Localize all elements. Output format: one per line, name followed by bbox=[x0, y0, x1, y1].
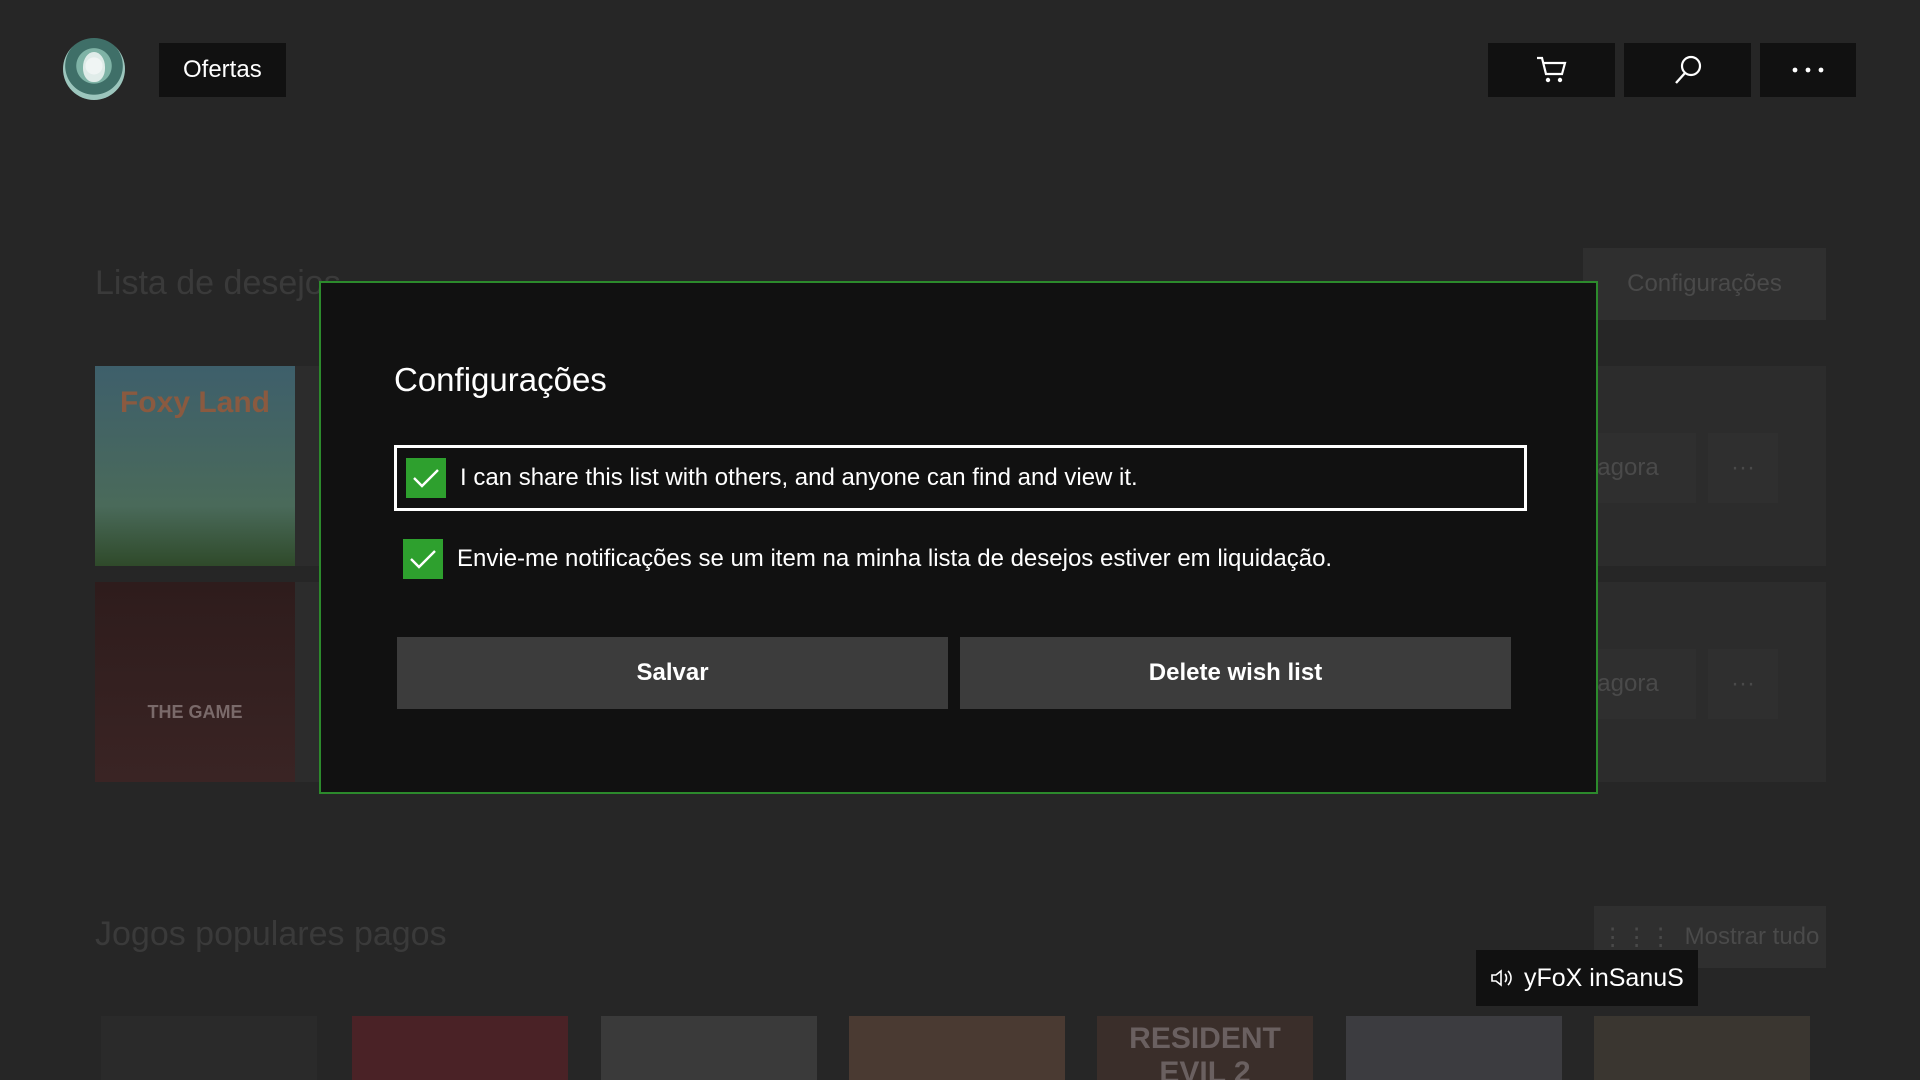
item-more-button[interactable]: ··· bbox=[1708, 433, 1778, 503]
notify-sale-label: Envie-me notificações se um item na minh… bbox=[457, 545, 1333, 572]
wishlist-settings-button[interactable]: Configurações bbox=[1583, 248, 1826, 320]
wishlist-title: Lista de desejos bbox=[95, 264, 341, 302]
wishlist-settings-label: Configurações bbox=[1627, 270, 1782, 297]
delete-wish-list-label: Delete wish list bbox=[1148, 659, 1323, 686]
checkmark-icon bbox=[413, 469, 439, 488]
search-icon bbox=[1674, 55, 1701, 84]
show-all-label: Mostrar tudo bbox=[1684, 923, 1820, 950]
cart-button[interactable] bbox=[1488, 43, 1615, 97]
thumbnail-text: Foxy Land bbox=[119, 386, 270, 419]
search-button[interactable] bbox=[1624, 43, 1751, 97]
share-list-option[interactable]: I can share this list with others, and a… bbox=[394, 445, 1527, 511]
delete-wish-list-button[interactable]: Delete wish list bbox=[960, 637, 1511, 709]
item-more-button[interactable]: ··· bbox=[1708, 649, 1778, 719]
wishlist-item-thumbnail: THE GAME bbox=[95, 582, 295, 782]
popular-game-thumbnail[interactable] bbox=[1594, 1016, 1810, 1080]
popular-game-thumbnail[interactable] bbox=[352, 1016, 568, 1080]
buy-now-label: agora bbox=[1597, 454, 1659, 481]
popular-game-thumbnail[interactable] bbox=[101, 1016, 317, 1080]
speaking-toast: yFoX inSanuS bbox=[1476, 950, 1698, 1006]
cart-icon bbox=[1536, 56, 1566, 83]
more-icon: ··· bbox=[1731, 670, 1755, 697]
thumbnail-text: THE GAME bbox=[147, 702, 243, 722]
popular-game-thumbnail[interactable] bbox=[849, 1016, 1065, 1080]
save-button-label: Salvar bbox=[636, 659, 709, 686]
nav-offers-label: Ofertas bbox=[183, 56, 262, 83]
checkmark-icon bbox=[410, 550, 436, 569]
dialog-title: Configurações bbox=[394, 361, 607, 398]
save-button[interactable]: Salvar bbox=[397, 637, 948, 709]
grid-icon: ⋮⋮⋮ bbox=[1600, 923, 1673, 951]
nav-offers-button[interactable]: Ofertas bbox=[159, 43, 286, 97]
settings-dialog: Configurações I can share this list with… bbox=[319, 281, 1598, 794]
speaker-icon bbox=[1491, 969, 1512, 987]
popular-game-thumbnail[interactable]: RESIDENT EVIL 2 bbox=[1097, 1016, 1313, 1080]
wishlist-item-thumbnail: Foxy Land bbox=[95, 366, 295, 566]
popular-games-title: Jogos populares pagos bbox=[95, 915, 447, 953]
share-list-label: I can share this list with others, and a… bbox=[460, 464, 1138, 491]
popular-game-thumbnail[interactable] bbox=[601, 1016, 817, 1080]
more-button[interactable] bbox=[1760, 43, 1856, 97]
popular-game-thumbnail[interactable] bbox=[1346, 1016, 1562, 1080]
notify-sale-option[interactable]: Envie-me notificações se um item na minh… bbox=[394, 526, 1527, 592]
more-icon bbox=[1792, 67, 1824, 73]
more-icon: ··· bbox=[1731, 454, 1755, 481]
buy-now-label: agora bbox=[1597, 670, 1659, 697]
gamertag-label: yFoX inSanuS bbox=[1524, 963, 1684, 992]
share-list-checkbox[interactable] bbox=[406, 458, 446, 498]
thumbnail-text: RESIDENT EVIL 2 bbox=[1129, 1022, 1281, 1080]
avatar[interactable] bbox=[63, 38, 125, 100]
notify-sale-checkbox[interactable] bbox=[403, 539, 443, 579]
